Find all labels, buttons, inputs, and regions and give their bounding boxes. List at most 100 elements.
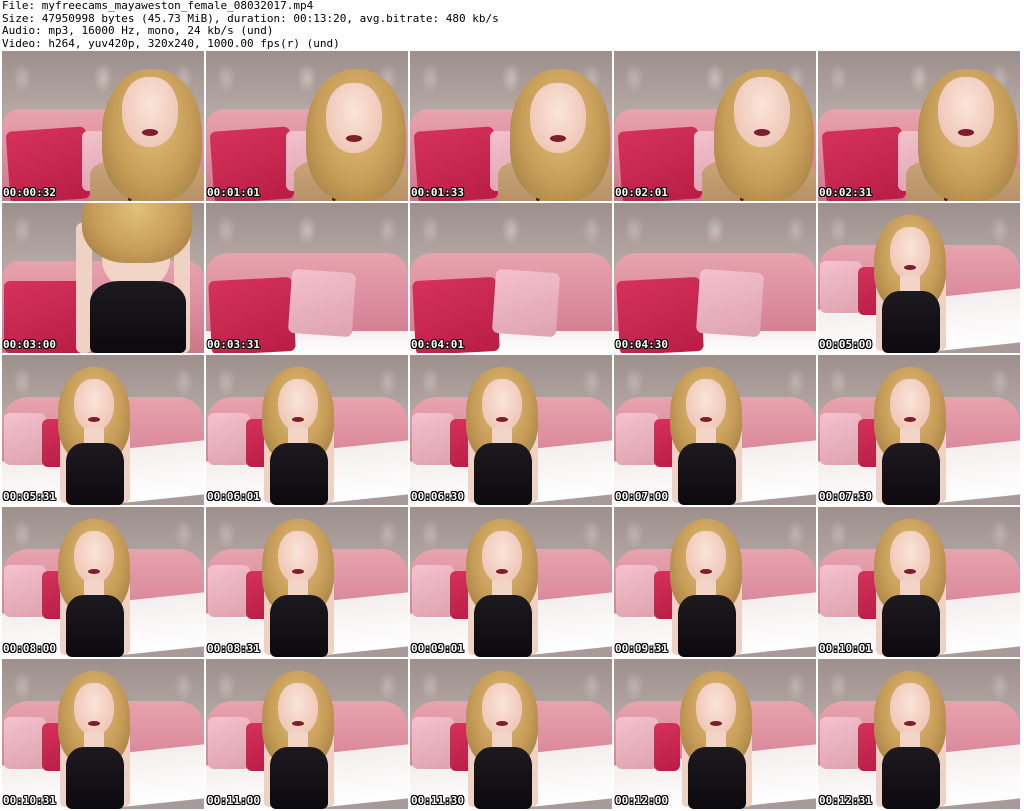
- thumbnail-timestamp: 00:10:01: [819, 642, 872, 655]
- thumbnail-timestamp: 00:07:30: [819, 490, 872, 503]
- thumbnail-timestamp: 00:04:30: [615, 338, 668, 351]
- thumbnail-grid: 00:00:32 00:01:01 00:01:33 00:02:01 00:02:31…: [2, 51, 1023, 811]
- lips: [142, 129, 158, 136]
- black-top: [882, 443, 940, 505]
- thumbnail-timestamp: 00:02:31: [819, 186, 872, 199]
- face: [482, 379, 522, 431]
- thumbnail-timestamp: 00:01:01: [207, 186, 260, 199]
- face: [890, 379, 930, 431]
- pink-pillow: [820, 261, 862, 313]
- thumbnail-timestamp: 00:01:33: [411, 186, 464, 199]
- pink-pillow: [412, 717, 454, 769]
- video-thumbnail[interactable]: 00:05:00: [818, 203, 1020, 353]
- video-thumbnail[interactable]: 00:03:00: [2, 203, 204, 353]
- thumbnail-timestamp: 00:09:01: [411, 642, 464, 655]
- video-thumbnail[interactable]: 00:05:31: [2, 355, 204, 505]
- video-thumbnail[interactable]: 00:12:00: [614, 659, 816, 809]
- red-pillow: [654, 723, 680, 771]
- video-thumbnail[interactable]: 00:01:01: [206, 51, 408, 201]
- black-top: [270, 595, 328, 657]
- thumbnail-timestamp: 00:08:00: [3, 642, 56, 655]
- video-thumbnail[interactable]: 00:00:32: [2, 51, 204, 201]
- thumbnail-timestamp: 00:12:31: [819, 794, 872, 807]
- face: [938, 77, 994, 147]
- pink-pillow: [616, 717, 658, 769]
- lips: [496, 417, 508, 422]
- pink-pillow: [4, 717, 46, 769]
- video-thumbnail[interactable]: 00:07:00: [614, 355, 816, 505]
- video-thumbnail[interactable]: 00:06:30: [410, 355, 612, 505]
- lips: [904, 721, 916, 726]
- lips: [710, 721, 722, 726]
- pink-pillow: [820, 565, 862, 617]
- pink-pillow: [4, 565, 46, 617]
- video-thumbnail[interactable]: 00:01:33: [410, 51, 612, 201]
- pink-pillow: [287, 268, 357, 338]
- file-name-line: File: myfreecams_mayaweston_female_08032…: [2, 0, 314, 12]
- lips: [292, 721, 304, 726]
- face: [686, 379, 726, 431]
- black-top: [90, 281, 186, 353]
- thumbnail-timestamp: 00:11:30: [411, 794, 464, 807]
- face: [74, 379, 114, 431]
- video-thumbnail[interactable]: 00:10:31: [2, 659, 204, 809]
- face: [278, 379, 318, 431]
- face: [890, 227, 930, 279]
- face: [278, 531, 318, 583]
- thumbnail-timestamp: 00:12:00: [615, 794, 668, 807]
- face: [482, 531, 522, 583]
- face: [74, 531, 114, 583]
- video-thumbnail[interactable]: 00:07:30: [818, 355, 1020, 505]
- face: [696, 683, 736, 735]
- lips: [496, 721, 508, 726]
- black-top: [688, 747, 746, 809]
- video-thumbnail[interactable]: 00:10:01: [818, 507, 1020, 657]
- pink-pillow: [4, 413, 46, 465]
- pink-pillow: [820, 717, 862, 769]
- face: [734, 77, 790, 147]
- video-thumbnail[interactable]: 00:08:00: [2, 507, 204, 657]
- video-thumbnail[interactable]: 00:09:01: [410, 507, 612, 657]
- lips: [496, 569, 508, 574]
- thumbnail-timestamp: 00:04:01: [411, 338, 464, 351]
- black-top: [270, 747, 328, 809]
- thumbnail-timestamp: 00:09:31: [615, 642, 668, 655]
- black-top: [882, 595, 940, 657]
- thumbnail-timestamp: 00:05:00: [819, 338, 872, 351]
- face: [530, 83, 586, 153]
- pink-pillow: [208, 717, 250, 769]
- video-thumbnail[interactable]: 00:03:31: [206, 203, 408, 353]
- thumbnail-timestamp: 00:06:30: [411, 490, 464, 503]
- lips: [88, 417, 100, 422]
- thumbnail-timestamp: 00:03:00: [3, 338, 56, 351]
- black-top: [66, 595, 124, 657]
- black-top: [678, 595, 736, 657]
- video-thumbnail[interactable]: 00:04:30: [614, 203, 816, 353]
- thumbnail-timestamp: 00:00:32: [3, 186, 56, 199]
- video-thumbnail[interactable]: 00:02:01: [614, 51, 816, 201]
- pink-pillow: [208, 565, 250, 617]
- video-thumbnail[interactable]: 00:04:01: [410, 203, 612, 353]
- thumbnail-timestamp: 00:11:00: [207, 794, 260, 807]
- black-top: [474, 595, 532, 657]
- pink-pillow: [412, 565, 454, 617]
- video-thumbnail[interactable]: 00:08:31: [206, 507, 408, 657]
- lips: [754, 129, 770, 136]
- face: [686, 531, 726, 583]
- video-thumbnail[interactable]: 00:11:30: [410, 659, 612, 809]
- pink-pillow: [616, 413, 658, 465]
- pink-pillow: [412, 413, 454, 465]
- hair: [82, 203, 192, 263]
- video-thumbnail[interactable]: 00:09:31: [614, 507, 816, 657]
- video-thumbnail[interactable]: 00:02:31: [818, 51, 1020, 201]
- video-thumbnail[interactable]: 00:12:31: [818, 659, 1020, 809]
- face: [482, 683, 522, 735]
- thumbnail-timestamp: 00:03:31: [207, 338, 260, 351]
- lips: [958, 129, 974, 136]
- video-thumbnail[interactable]: 00:06:01: [206, 355, 408, 505]
- lips: [700, 417, 712, 422]
- lips: [904, 417, 916, 422]
- lips: [550, 135, 566, 142]
- video-thumbnail[interactable]: 00:11:00: [206, 659, 408, 809]
- black-top: [882, 291, 940, 353]
